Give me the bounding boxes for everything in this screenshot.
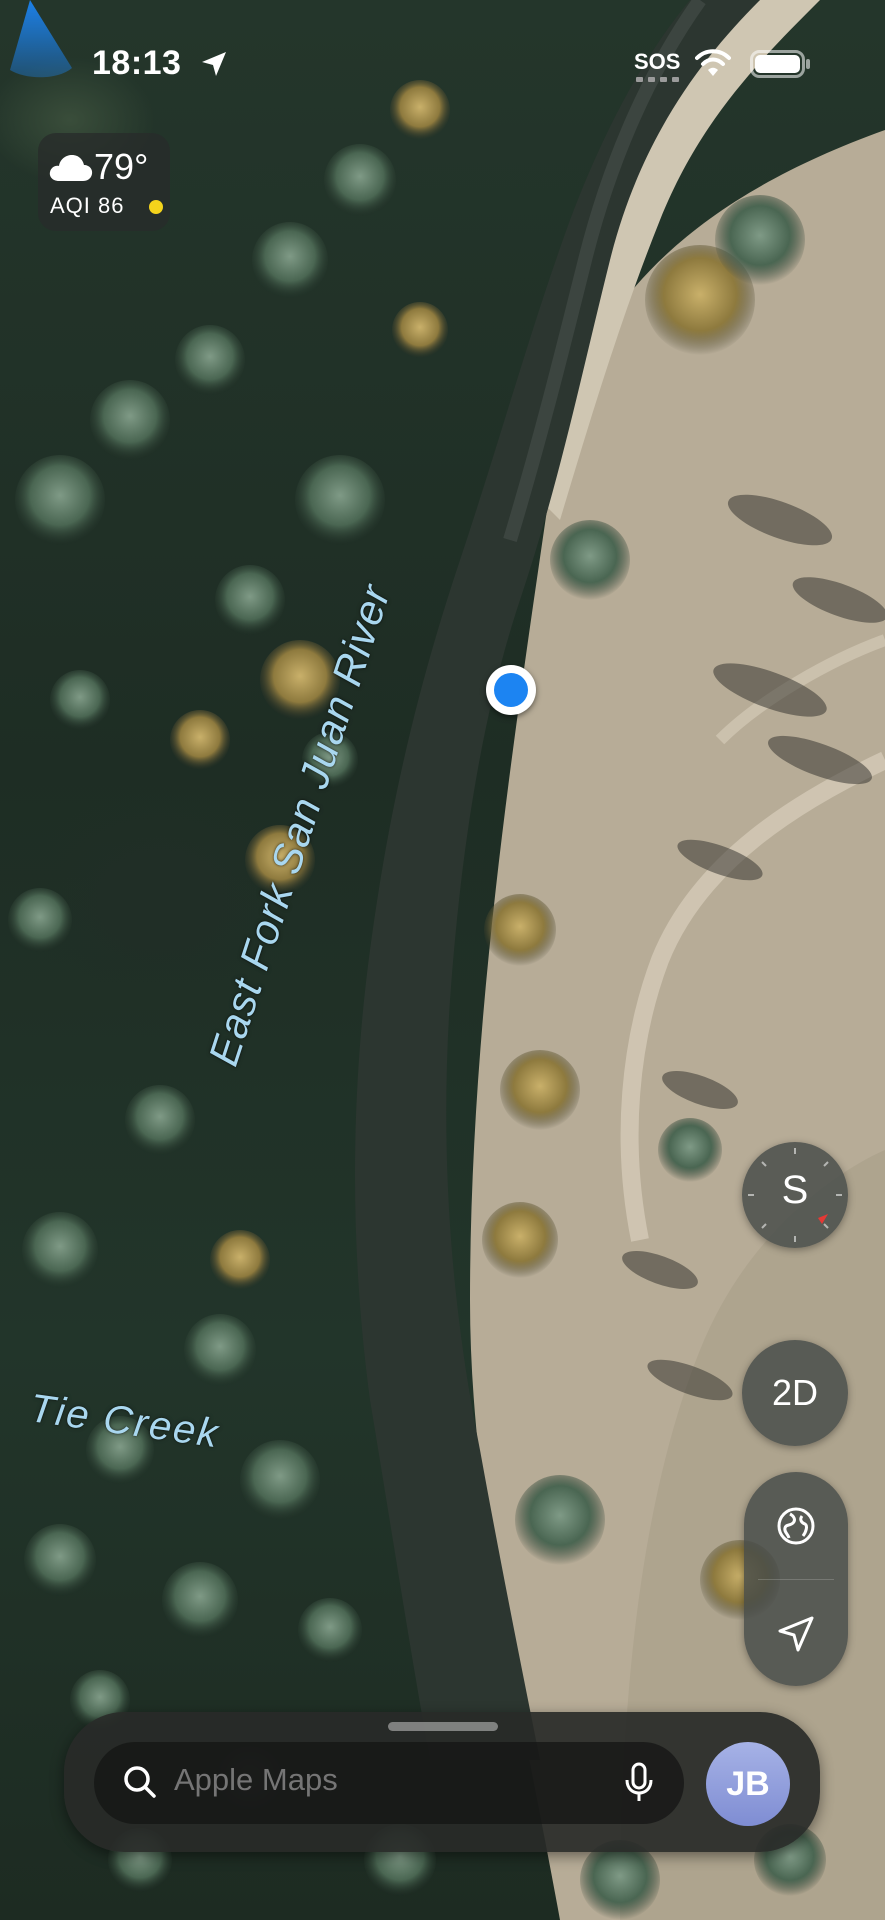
globe-icon	[777, 1507, 815, 1545]
avatar[interactable]: JB	[706, 1742, 790, 1826]
aqi-label: AQI 86	[50, 193, 125, 218]
map-style-button[interactable]	[744, 1472, 848, 1578]
locate-me-button[interactable]	[744, 1580, 848, 1686]
battery-icon	[750, 50, 810, 78]
microphone-icon[interactable]	[624, 1762, 654, 1804]
compass-button[interactable]: S	[742, 1142, 848, 1248]
signal-dots-icon	[636, 77, 679, 82]
cloud-icon	[49, 155, 93, 181]
sos-indicator: SOS	[634, 49, 681, 74]
wifi-icon	[695, 49, 731, 76]
sheet-grabber[interactable]	[388, 1722, 498, 1731]
search-sheet[interactable]: JB	[64, 1712, 820, 1852]
location-arrow-icon	[202, 52, 226, 76]
status-time: 18:13	[92, 44, 182, 82]
user-location-dot[interactable]	[486, 665, 536, 715]
aqi-indicator-dot	[149, 200, 163, 214]
location-arrow-icon	[778, 1616, 814, 1652]
weather-widget[interactable]: 79° AQI 86	[38, 133, 170, 231]
north-indicator-icon	[818, 1214, 828, 1224]
status-bar: 18:13 SOS	[0, 0, 885, 130]
map-controls-group	[744, 1472, 848, 1686]
search-input[interactable]	[174, 1762, 594, 1798]
search-icon	[124, 1766, 156, 1798]
search-bar[interactable]	[94, 1742, 684, 1824]
compass-heading: S	[781, 1168, 809, 1212]
temperature: 79°	[94, 146, 149, 187]
2d-toggle-button[interactable]: 2D	[742, 1340, 848, 1446]
